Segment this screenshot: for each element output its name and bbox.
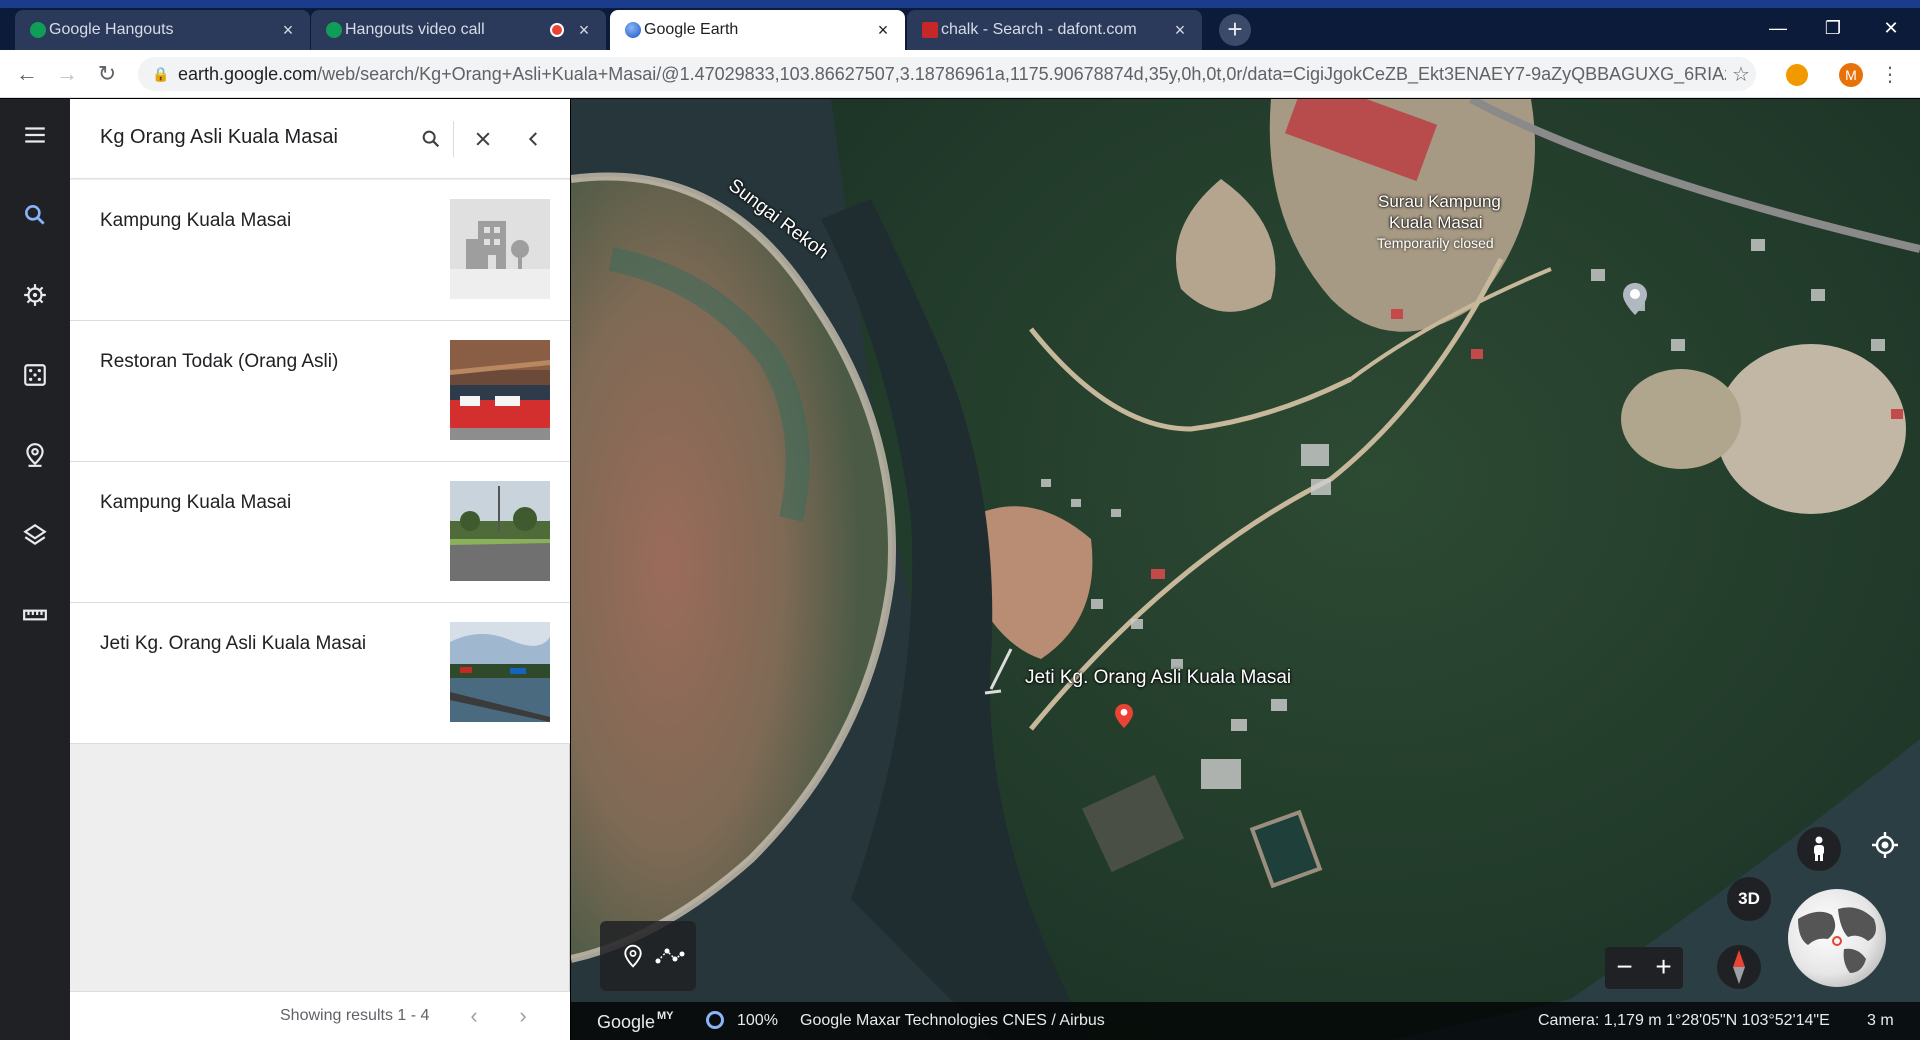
zoom-controls: − + xyxy=(1605,947,1683,989)
result-item[interactable]: Restoran Todak (Orang Asli) xyxy=(70,321,570,462)
restaurant-photo-thumbnail xyxy=(450,340,550,440)
close-icon[interactable]: × xyxy=(278,21,298,39)
tab-title: Google Hangouts xyxy=(49,21,174,38)
result-item[interactable]: Jeti Kg. Orang Asli Kuala Masai xyxy=(70,603,570,744)
minimize-button[interactable]: — xyxy=(1755,8,1801,48)
result-title: Restoran Todak (Orang Asli) xyxy=(100,351,339,372)
camera-readout: Camera: 1,179 m 1°28'05"N 103°52'14"E xyxy=(1538,1012,1830,1029)
voyager-icon[interactable] xyxy=(18,278,52,312)
placemark-tools xyxy=(600,921,696,991)
earth-nav-rail xyxy=(0,99,70,1040)
collapse-panel-icon[interactable] xyxy=(516,121,552,157)
satellite-map-view[interactable]: Sungai Rekoh Surau Kampung Kuala Masai T… xyxy=(571,99,1920,1040)
pegman-icon[interactable] xyxy=(1797,827,1841,871)
compass-icon[interactable] xyxy=(1717,945,1761,989)
tab-title: Google Earth xyxy=(644,21,739,38)
imagery-attribution[interactable]: Google Maxar Technologies CNES / Airbus xyxy=(800,1012,1105,1030)
close-icon[interactable]: × xyxy=(873,21,893,39)
result-title: Kampung Kuala Masai xyxy=(100,492,292,513)
tab-hangouts-video-call[interactable]: Hangouts video call × xyxy=(311,10,606,50)
close-icon[interactable]: × xyxy=(1170,21,1190,39)
result-item[interactable]: Kampung Kuala Masai xyxy=(70,462,570,603)
result-title: Kampung Kuala Masai xyxy=(100,210,292,231)
street-photo-thumbnail xyxy=(450,481,550,581)
add-placemark-icon[interactable] xyxy=(618,941,648,971)
mosque-pin-icon[interactable] xyxy=(1623,283,1647,320)
clear-search-icon[interactable] xyxy=(465,121,501,157)
forward-button[interactable]: → xyxy=(53,60,81,88)
map-status-bar: Google MY 100% Google Maxar Technologies… xyxy=(571,1002,1920,1040)
window-close-button[interactable]: ✕ xyxy=(1868,8,1914,48)
location-pin-icon[interactable] xyxy=(1115,703,1133,734)
projects-icon[interactable] xyxy=(18,438,52,472)
extension-icon[interactable] xyxy=(1786,64,1808,86)
tab-google-earth[interactable]: Google Earth × xyxy=(610,10,905,50)
feeling-lucky-icon[interactable] xyxy=(18,358,52,392)
zoom-in-button[interactable]: + xyxy=(1644,947,1683,989)
tab-google-hangouts[interactable]: Google Hangouts × xyxy=(15,10,310,50)
loading-percent: 100% xyxy=(737,1012,778,1029)
dafont-icon xyxy=(922,22,938,38)
address-bar[interactable]: 🔒 earth.google.com/web/search/Kg+Orang+A… xyxy=(138,57,1756,91)
draw-path-icon[interactable] xyxy=(655,941,685,971)
place-status-label: Temporarily closed xyxy=(1377,235,1494,251)
profile-avatar[interactable]: M xyxy=(1839,63,1863,87)
tab-title: Hangouts video call xyxy=(345,21,485,38)
tab-dafont-search[interactable]: chalk - Search - dafont.com × xyxy=(907,10,1202,50)
my-location-icon[interactable] xyxy=(1863,823,1907,867)
maximize-button[interactable]: ❐ xyxy=(1810,8,1856,48)
place-placeholder-thumbnail xyxy=(450,199,550,299)
loading-indicator-icon xyxy=(706,1011,724,1029)
tab-title: chalk - Search - dafont.com xyxy=(941,21,1137,38)
result-item[interactable]: Kampung Kuala Masai xyxy=(70,180,570,321)
back-button[interactable]: ← xyxy=(13,60,41,88)
previous-page-icon[interactable]: ‹ xyxy=(462,1004,486,1028)
url-host: earth.google.com xyxy=(178,63,318,84)
jetty-label: Jeti Kg. Orang Asli Kuala Masai xyxy=(1025,667,1292,688)
globe-overview-icon[interactable] xyxy=(1788,889,1886,987)
close-icon[interactable]: × xyxy=(574,21,594,39)
next-page-icon[interactable]: › xyxy=(511,1004,535,1028)
search-header: Kg Orang Asli Kuala Masai xyxy=(70,99,570,179)
url-text: earth.google.com/web/search/Kg+Orang+Asl… xyxy=(170,64,1726,85)
more-menu-icon[interactable]: ⋮ xyxy=(1880,62,1900,87)
reload-button[interactable]: ↻ xyxy=(93,60,121,88)
measure-icon[interactable] xyxy=(18,598,52,632)
toggle-3d-button[interactable]: 3D xyxy=(1727,877,1771,921)
menu-icon[interactable] xyxy=(18,118,52,152)
divider xyxy=(453,121,454,157)
satellite-imagery xyxy=(571,99,1920,1040)
search-icon[interactable] xyxy=(18,198,52,232)
search-results-panel: Kg Orang Asli Kuala Masai Kampung Kuala … xyxy=(70,99,570,1040)
zoom-out-button[interactable]: − xyxy=(1605,947,1644,989)
google-logo: Google xyxy=(597,1012,656,1032)
jetty-photo-thumbnail xyxy=(450,622,550,722)
scale-readout: 3 m xyxy=(1867,1012,1894,1029)
url-path: /web/search/Kg+Orang+Asli+Kuala+Masai/@1… xyxy=(317,63,1726,84)
earth-icon xyxy=(625,22,641,38)
search-icon[interactable] xyxy=(413,121,449,157)
hangouts-icon xyxy=(30,22,46,38)
country-code: MY xyxy=(657,1010,674,1022)
result-title: Jeti Kg. Orang Asli Kuala Masai xyxy=(100,633,367,654)
search-input[interactable]: Kg Orang Asli Kuala Masai xyxy=(100,126,338,149)
bookmark-star-icon[interactable]: ☆ xyxy=(1726,62,1756,87)
recording-indicator-icon xyxy=(550,23,564,37)
map-style-icon[interactable] xyxy=(18,518,52,552)
results-footer: Showing results 1 - 4 ‹ › xyxy=(70,991,570,1040)
browser-tab-strip: Google Hangouts × Hangouts video call × … xyxy=(0,0,1920,50)
browser-toolbar: ← → ↻ 🔒 earth.google.com/web/search/Kg+O… xyxy=(0,50,1920,98)
place-label: Surau Kampung xyxy=(1378,192,1501,211)
new-tab-button[interactable]: + xyxy=(1219,14,1251,46)
place-label: Kuala Masai xyxy=(1389,213,1483,232)
lock-icon: 🔒 xyxy=(152,65,170,82)
results-count: Showing results 1 - 4 xyxy=(280,1007,430,1024)
hangouts-icon xyxy=(326,22,342,38)
